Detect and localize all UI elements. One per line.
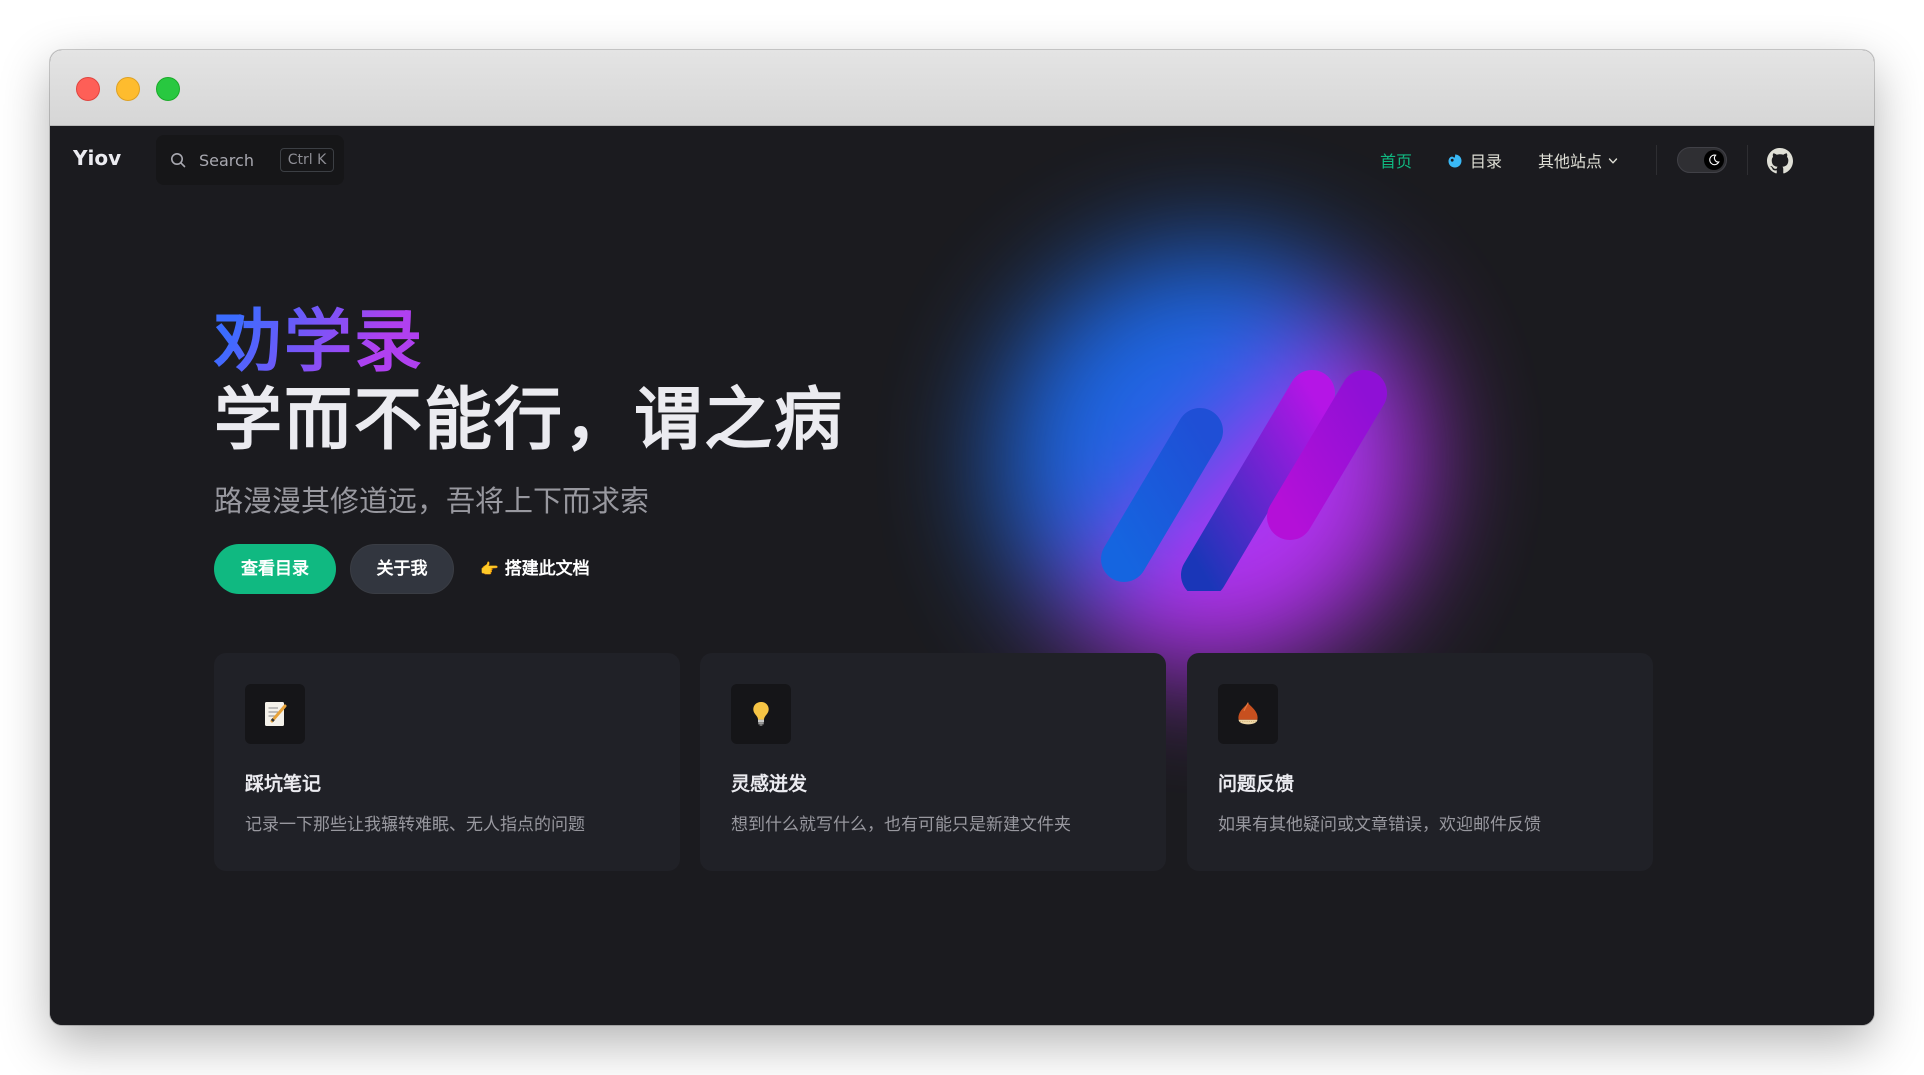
feature-icon-box: [1218, 684, 1278, 744]
build-docs-label: 搭建此文档: [504, 559, 590, 579]
feature-card: 踩坑笔记 记录一下那些让我辗转难眠、无人指点的问题: [214, 653, 680, 871]
feature-details: 如果有其他疑问或文章错误，欢迎邮件反馈: [1218, 815, 1541, 835]
feature-card: 灵感迸发 想到什么就写什么，也有可能只是新建文件夹: [700, 653, 1166, 871]
hero-tagline: 路漫漫其修道远，吾将上下而求索: [214, 484, 650, 518]
feature-title: 问题反馈: [1218, 773, 1295, 795]
top-nav: Yiov Search Ctrl K 首页 目录 其他站点: [50, 126, 1874, 194]
lightbulb-icon: [753, 702, 769, 726]
build-docs-button[interactable]: 👉 搭建此文档: [480, 544, 620, 594]
window-titlebar: [50, 50, 1874, 126]
hero-text: 学而不能行，谓之病: [214, 381, 845, 460]
feature-title: 灵感迸发: [731, 773, 808, 795]
maximize-window-button[interactable]: [156, 77, 180, 101]
nav-link-home[interactable]: 首页: [1380, 148, 1412, 172]
github-icon[interactable]: [1767, 148, 1793, 174]
search-shortcut-key: Ctrl K: [280, 148, 334, 172]
browser-window: Yiov Search Ctrl K 首页 目录 其他站点 劝学录 学而不能行，…: [50, 50, 1874, 1025]
nav-link-toc[interactable]: 目录: [1447, 148, 1502, 172]
feature-card: 问题反馈 如果有其他疑问或文章错误，欢迎邮件反馈: [1187, 653, 1653, 871]
minimize-window-button[interactable]: [116, 77, 140, 101]
nav-divider: [1656, 145, 1657, 175]
site-logo[interactable]: Yiov: [73, 146, 121, 170]
feature-details: 想到什么就写什么，也有可能只是新建文件夹: [731, 815, 1071, 835]
chevron-down-icon: [1608, 158, 1618, 164]
blob-icon: [1448, 154, 1462, 168]
about-me-button[interactable]: 关于我: [350, 544, 454, 594]
moon-icon: [1709, 154, 1720, 166]
nav-divider: [1747, 145, 1748, 175]
search-button[interactable]: Search Ctrl K: [156, 135, 344, 185]
nav-link-toc-label: 目录: [1470, 152, 1503, 171]
view-toc-button[interactable]: 查看目录: [214, 544, 336, 594]
hero-logo-icon: [1101, 370, 1387, 591]
nav-dropdown-other-sites[interactable]: 其他站点: [1538, 148, 1618, 172]
feature-icon-box: [245, 684, 305, 744]
feature-title: 踩坑笔记: [245, 773, 322, 795]
page-content: Yiov Search Ctrl K 首页 目录 其他站点 劝学录 学而不能行，…: [50, 126, 1874, 1025]
memo-icon: [265, 702, 287, 726]
dark-mode-toggle[interactable]: [1677, 147, 1727, 173]
feature-icon-box: [731, 684, 791, 744]
pointing-hand-icon: 👉: [480, 560, 499, 578]
toggle-knob: [1704, 150, 1724, 170]
chestnut-icon: [1238, 702, 1258, 725]
feature-details: 记录一下那些让我辗转难眠、无人指点的问题: [245, 815, 585, 835]
close-window-button[interactable]: [76, 77, 100, 101]
nav-dropdown-label: 其他站点: [1538, 152, 1603, 171]
search-icon: [171, 153, 186, 168]
search-label: Search: [199, 151, 254, 170]
